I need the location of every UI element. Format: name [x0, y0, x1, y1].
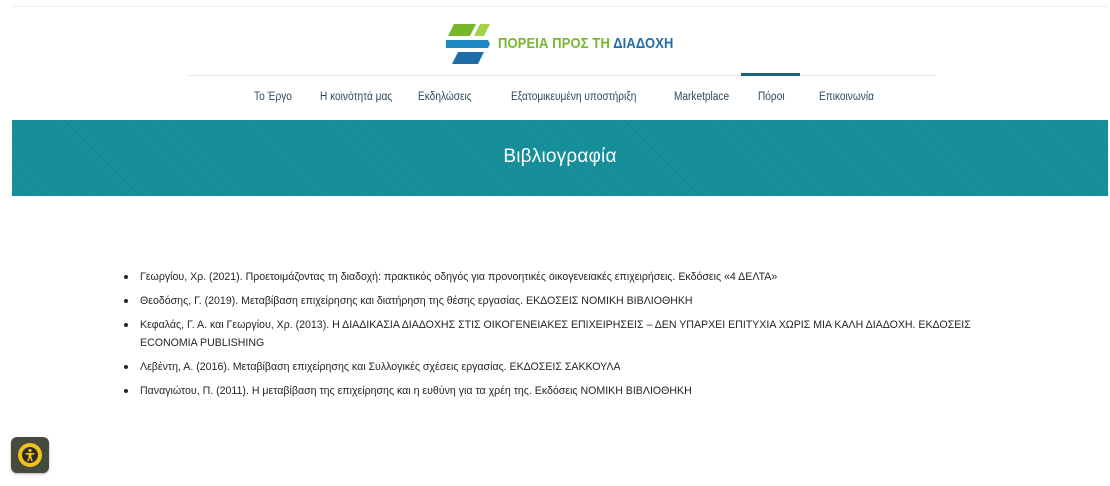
nav-item-events[interactable]: Εκδηλώσεις: [418, 91, 472, 103]
bullet-icon: [124, 275, 128, 279]
list-item: Κεφαλάς, Γ. Α. και Γεωργίου, Χρ. (2013).…: [118, 316, 978, 352]
nav-item-project[interactable]: Το Έργο: [254, 91, 292, 103]
nav-item-personalized-support[interactable]: Εξατομικευμένη υποστήριξη: [511, 91, 636, 103]
list-item: Θεοδόσης, Γ. (2019). Μεταβίβαση επιχείρη…: [118, 292, 978, 310]
site-logo[interactable]: ΠΟΡΕΙΑ ΠΡΟΣ ΤΗ ΔΙΑΔΟΧΗ: [444, 18, 702, 68]
nav-item-marketplace[interactable]: Marketplace: [674, 91, 729, 103]
bibliography-entry: Γεωργίου, Χρ. (2021). Προετοιμάζοντας τη…: [140, 271, 778, 283]
bibliography-list: Γεωργίου, Χρ. (2021). Προετοιμάζοντας τη…: [118, 268, 978, 406]
list-item: Λεβέντη, Α. (2016). Μεταβίβαση επιχείρησ…: [118, 358, 978, 376]
main-nav: Το Έργο Η κοινότητά μας Εκδηλώσεις Εξατο…: [0, 91, 1110, 109]
bullet-icon: [124, 389, 128, 393]
nav-item-contact[interactable]: Επικοινωνία: [819, 91, 874, 103]
logo-arrows-icon: [446, 24, 490, 64]
logo-text-blue: ΔΙΑΔΟΧΗ: [613, 34, 674, 52]
nav-item-resources[interactable]: Πόροι: [758, 91, 785, 103]
page-title: Βιβλιογραφία: [503, 146, 617, 167]
nav-divider: [188, 75, 936, 76]
list-item: Παναγιώτου, Π. (2011). Η μεταβίβαση της …: [118, 382, 978, 400]
logo-text: ΠΟΡΕΙΑ ΠΡΟΣ ΤΗ ΔΙΑΔΟΧΗ: [498, 35, 673, 52]
top-divider: [12, 6, 1108, 7]
nav-item-community[interactable]: Η κοινότητά μας: [320, 91, 392, 103]
logo-text-green: ΠΟΡΕΙΑ ΠΡΟΣ ΤΗ: [498, 34, 610, 52]
bibliography-entry: Παναγιώτου, Π. (2011). Η μεταβίβαση της …: [140, 385, 692, 397]
accessibility-button[interactable]: [11, 437, 49, 473]
bibliography-entry: Θεοδόσης, Γ. (2019). Μεταβίβαση επιχείρη…: [140, 295, 693, 307]
bullet-icon: [124, 365, 128, 369]
list-item: Γεωργίου, Χρ. (2021). Προετοιμάζοντας τη…: [118, 268, 978, 286]
page: ΠΟΡΕΙΑ ΠΡΟΣ ΤΗ ΔΙΑΔΟΧΗ Το Έργο Η κοινότη…: [0, 0, 1110, 486]
page-header-banner: Βιβλιογραφία: [12, 120, 1108, 196]
bullet-icon: [124, 323, 128, 327]
bibliography-entry: Κεφαλάς, Γ. Α. και Γεωργίου, Χρ. (2013).…: [140, 319, 971, 349]
bibliography-entry: Λεβέντη, Α. (2016). Μεταβίβαση επιχείρησ…: [140, 361, 621, 373]
nav-active-indicator: [741, 73, 800, 76]
bullet-icon: [124, 299, 128, 303]
accessibility-icon: [18, 443, 42, 467]
